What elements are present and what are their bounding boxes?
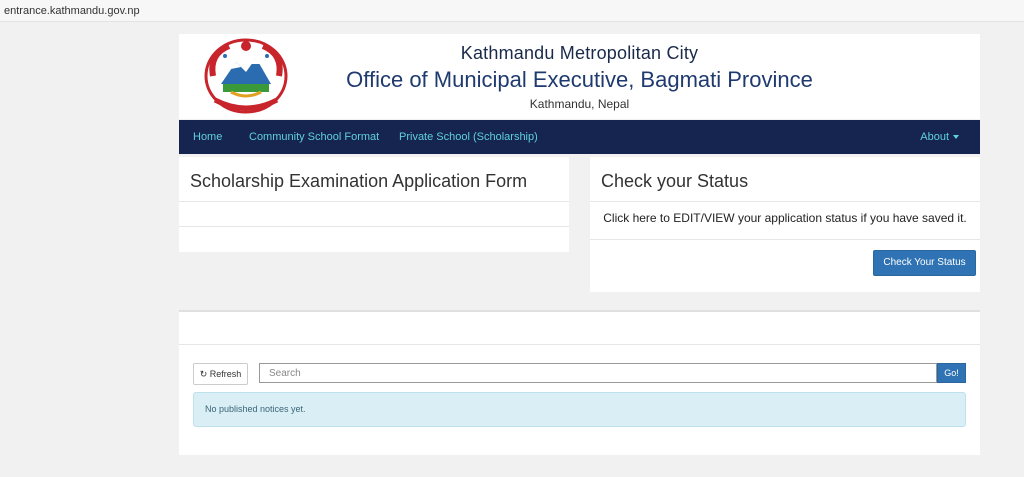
no-notices-alert: No published notices yet. — [193, 392, 966, 427]
refresh-icon: ↻ — [199, 369, 208, 379]
divider — [179, 201, 569, 202]
nav-private-school-scholarship[interactable]: Private School (Scholarship) — [399, 120, 538, 154]
city-name: Kathmandu Metropolitan City — [460, 43, 699, 63]
nav-home[interactable]: Home — [193, 120, 222, 154]
divider — [179, 226, 569, 227]
nav-about-label: About — [920, 131, 949, 143]
nav-about-dropdown[interactable]: About — [920, 120, 959, 154]
url-text: entrance.kathmandu.gov.np — [4, 5, 140, 17]
check-your-status-button[interactable]: Check Your Status — [873, 250, 976, 276]
form-panel-title: Scholarship Examination Application Form — [190, 171, 528, 191]
status-panel-title: Check your Status — [601, 171, 749, 191]
check-status-panel: Check your Status Click here to EDIT/VIE… — [590, 157, 980, 292]
status-instruction-link[interactable]: Click here to EDIT/VIEW your application… — [590, 211, 980, 225]
caret-down-icon — [953, 135, 959, 140]
address-bar[interactable]: entrance.kathmandu.gov.np — [0, 0, 1024, 22]
divider — [590, 239, 980, 240]
nav-community-school-format[interactable]: Community School Format — [249, 120, 379, 154]
main-navbar: Home Community School Format Private Sch… — [179, 120, 980, 154]
go-button[interactable]: Go! — [937, 363, 966, 383]
application-form-panel: Scholarship Examination Application Form — [179, 157, 569, 252]
site-header: Kathmandu Metropolitan City Office of Mu… — [179, 34, 980, 119]
refresh-label: Refresh — [209, 369, 242, 379]
divider — [179, 344, 980, 345]
search-input[interactable] — [259, 363, 937, 383]
notices-panel: ↻ Refresh Go! No published notices yet. — [179, 310, 980, 455]
divider — [590, 201, 980, 202]
location-subtitle: Kathmandu, Nepal — [529, 97, 630, 111]
refresh-button[interactable]: ↻ Refresh — [193, 363, 248, 385]
office-title: Office of Municipal Executive, Bagmati P… — [346, 67, 813, 92]
